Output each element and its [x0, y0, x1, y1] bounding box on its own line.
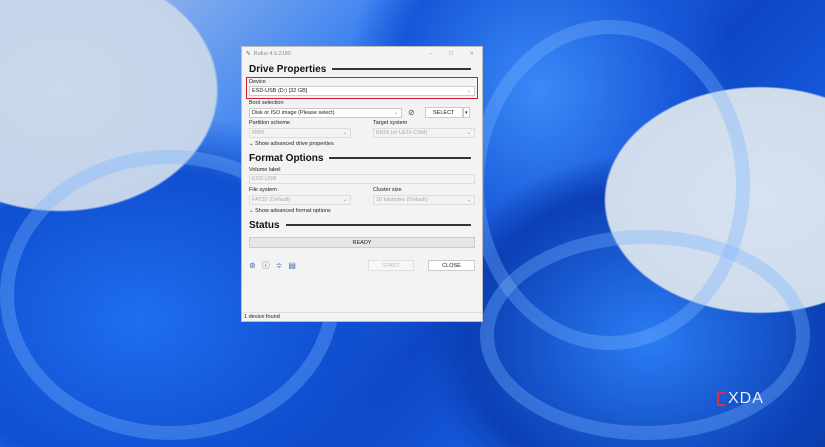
select-button[interactable]: SELECT	[424, 107, 463, 118]
window-title: Rufus 4.5.2180	[253, 51, 291, 57]
show-advanced-drive-toggle[interactable]: ⌄ Show advanced drive properties	[242, 138, 482, 150]
boot-selection-label: Boot selection	[249, 100, 284, 106]
boot-selection-dropdown[interactable]: Disk or ISO image (Please select) ⌄	[249, 107, 402, 118]
partition-scheme-dropdown[interactable]: MBR ⌄	[249, 128, 351, 138]
close-window-button[interactable]: ✕	[469, 51, 474, 57]
maximize-button[interactable]: ☐	[448, 51, 453, 57]
status-bar: 1 device found	[242, 312, 482, 321]
device-dropdown[interactable]: ESD-USB (D:) [32 GB] ⌄	[249, 86, 475, 96]
device-label: Device	[249, 79, 266, 85]
select-dropdown-arrow[interactable]: ▾	[462, 107, 470, 118]
xda-watermark: XDA	[717, 390, 764, 408]
log-icon[interactable]: ▤	[288, 261, 296, 270]
drive-properties-heading: Drive Properties	[242, 61, 482, 77]
partition-scheme-label: Partition scheme	[249, 120, 290, 126]
check-icon[interactable]: ⊘	[408, 108, 415, 117]
start-button[interactable]: START	[368, 260, 414, 271]
target-system-dropdown[interactable]: BIOS (or UEFI-CSM) ⌄	[373, 128, 475, 138]
rufus-window: ✎ Rufus 4.5.2180 – ☐ ✕ Drive Properties De…	[241, 46, 483, 322]
language-icon[interactable]: ⊛	[249, 261, 256, 270]
volume-label-label: Volume label	[249, 167, 281, 173]
xda-logo-icon	[717, 392, 725, 406]
progress-bar: READY	[249, 237, 475, 248]
volume-label-input[interactable]: ESD-USB	[249, 174, 475, 184]
cluster-size-dropdown[interactable]: 16 kilobytes (Default) ⌄	[373, 195, 475, 205]
file-system-dropdown[interactable]: FAT32 (Default) ⌄	[249, 195, 351, 205]
minimize-button[interactable]: –	[429, 51, 432, 57]
cluster-size-label: Cluster size	[373, 187, 402, 193]
settings-icon[interactable]: ≑	[276, 261, 283, 270]
title-bar: ✎ Rufus 4.5.2180 – ☐ ✕	[242, 47, 482, 61]
status-heading: Status	[242, 217, 482, 233]
file-system-label: File system	[249, 187, 277, 193]
wallpaper-swirl	[480, 230, 810, 440]
close-button[interactable]: CLOSE	[428, 260, 475, 271]
rufus-icon: ✎	[246, 51, 251, 57]
show-advanced-format-toggle[interactable]: ⌄ Show advanced format options	[242, 205, 482, 217]
format-options-heading: Format Options	[242, 150, 482, 166]
chevron-down-icon: ⌄	[466, 88, 471, 94]
device-highlight: Device ESD-USB (D:) [32 GB] ⌄	[246, 77, 478, 99]
info-icon[interactable]: ⓘ	[262, 260, 270, 271]
target-system-label: Target system	[373, 120, 408, 126]
